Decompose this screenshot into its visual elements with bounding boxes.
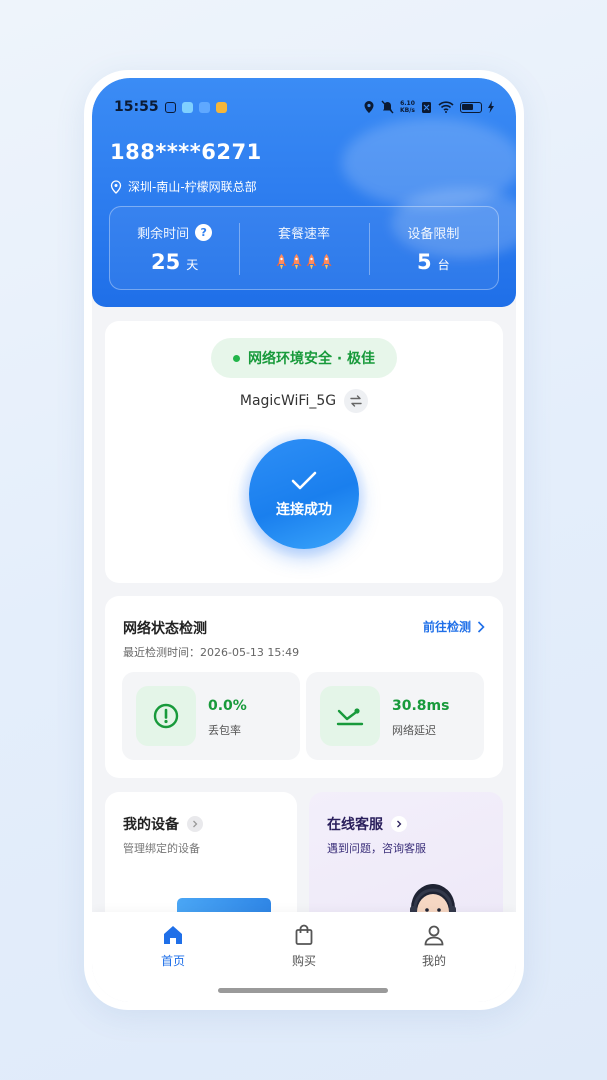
network-speed: 6.10 KB/s — [400, 100, 415, 114]
tab-label: 购买 — [291, 954, 316, 968]
rocket-icon — [321, 254, 332, 270]
go-check-link[interactable]: 前往检测 — [423, 618, 485, 635]
switch-network-button[interactable] — [344, 389, 369, 413]
packet-loss-value: 0.0% — [208, 698, 247, 714]
chevron-right-icon — [187, 816, 203, 832]
swap-icon — [350, 395, 362, 407]
online-support-subtitle: 遇到问题，咨询客服 — [327, 842, 426, 855]
plan-stats: 剩余时间 ? 25 天 套餐速率 设备限制 5 台 — [109, 206, 499, 290]
help-icon[interactable]: ? — [195, 224, 213, 241]
account-phone: 188****6271 — [110, 140, 262, 164]
alert-circle-icon — [153, 703, 179, 729]
mute-icon — [381, 100, 394, 114]
safety-text: 网络环境安全 · 极佳 — [247, 351, 376, 367]
stat-label: 套餐速率 — [277, 227, 330, 242]
tab-me[interactable]: 我的 — [394, 924, 474, 969]
location-text: 深圳-南山-柠檬网联总部 — [128, 180, 257, 194]
network-check-card: 网络状态检测 前往检测 最近检测时间：2026-05-13 15:49 0.0%… — [105, 596, 503, 778]
rocket-icon — [276, 254, 287, 270]
online-support-title: 在线客服 — [327, 814, 407, 834]
stat-value: 5 — [417, 250, 432, 274]
clock: 15:55 — [114, 99, 159, 115]
chevron-right-icon — [477, 620, 485, 633]
my-devices-title: 我的设备 — [123, 814, 203, 834]
sim-off-icon — [422, 101, 431, 113]
status-dot — [232, 354, 240, 362]
network-safety-badge: 网络环境安全 · 极佳 — [211, 338, 397, 378]
stat-device-limit: 设备限制 5 台 — [368, 207, 498, 289]
metric-icon-box — [136, 686, 196, 746]
latency-chart-icon — [336, 708, 364, 726]
metric-packet-loss: 0.0% 丢包率 — [122, 672, 300, 760]
stat-unit: 台 — [437, 258, 450, 272]
app-screen: 15:55 6.10 KB/s 188****6271 深圳-南山-柠檬网联总部… — [92, 78, 516, 1002]
phone-frame: 15:55 6.10 KB/s 188****6271 深圳-南山-柠檬网联总部… — [84, 70, 524, 1010]
latency-value: 30.8ms — [392, 698, 450, 714]
battery-icon — [460, 101, 482, 113]
user-icon — [424, 925, 444, 946]
metric-icon-box — [320, 686, 380, 746]
app-notification-icon — [215, 101, 227, 113]
tab-label: 首页 — [160, 954, 185, 968]
my-devices-subtitle: 管理绑定的设备 — [123, 842, 200, 855]
charging-icon — [488, 101, 494, 113]
chevron-right-icon — [391, 816, 407, 832]
connection-status-button[interactable]: 连接成功 — [249, 439, 359, 549]
checkmark-icon — [291, 471, 317, 490]
wifi-ssid-row: MagicWiFi_5G — [105, 389, 503, 413]
tab-home[interactable]: 首页 — [133, 924, 213, 969]
stat-label: 设备限制 — [407, 227, 460, 242]
location-pin-icon — [110, 179, 122, 194]
location-icon — [364, 101, 374, 113]
speed-rating — [276, 254, 332, 270]
connection-status-label: 连接成功 — [276, 502, 332, 518]
go-check-label: 前往检测 — [422, 620, 471, 634]
latency-label: 网络延迟 — [392, 724, 436, 737]
status-bar: 15:55 6.10 KB/s — [114, 96, 494, 118]
rocket-icon — [306, 254, 317, 270]
network-check-title: 网络状态检测 — [123, 621, 207, 637]
home-indicator — [218, 988, 388, 993]
wifi-icon — [438, 101, 454, 113]
tab-label: 我的 — [421, 954, 446, 968]
stat-label: 剩余时间 — [137, 227, 190, 242]
wifi-ssid: MagicWiFi_5G — [239, 393, 337, 409]
app-notification-icon — [181, 101, 193, 113]
stat-value: 25 — [151, 250, 181, 274]
bottom-tab-bar: 首页 购买 我的 — [92, 912, 516, 1002]
usb-icon — [164, 101, 176, 113]
metric-latency: 30.8ms 网络延迟 — [306, 672, 484, 760]
connection-card: 网络环境安全 · 极佳 MagicWiFi_5G 连接成功 — [105, 321, 503, 583]
stat-plan-speed: 套餐速率 — [239, 207, 368, 289]
home-icon — [164, 926, 182, 944]
tab-buy[interactable]: 购买 — [264, 924, 344, 969]
packet-loss-label: 丢包率 — [208, 724, 241, 737]
stat-unit: 天 — [186, 258, 199, 272]
stat-remaining-time[interactable]: 剩余时间 ? 25 天 — [110, 207, 239, 289]
last-check-time: 最近检测时间：2026-05-13 15:49 — [123, 646, 300, 659]
account-header: 15:55 6.10 KB/s 188****6271 深圳-南山-柠檬网联总部… — [92, 78, 516, 307]
rocket-icon — [291, 254, 302, 270]
app-notification-icon — [198, 101, 210, 113]
shopping-bag-icon — [295, 924, 313, 945]
account-location: 深圳-南山-柠檬网联总部 — [110, 178, 257, 195]
